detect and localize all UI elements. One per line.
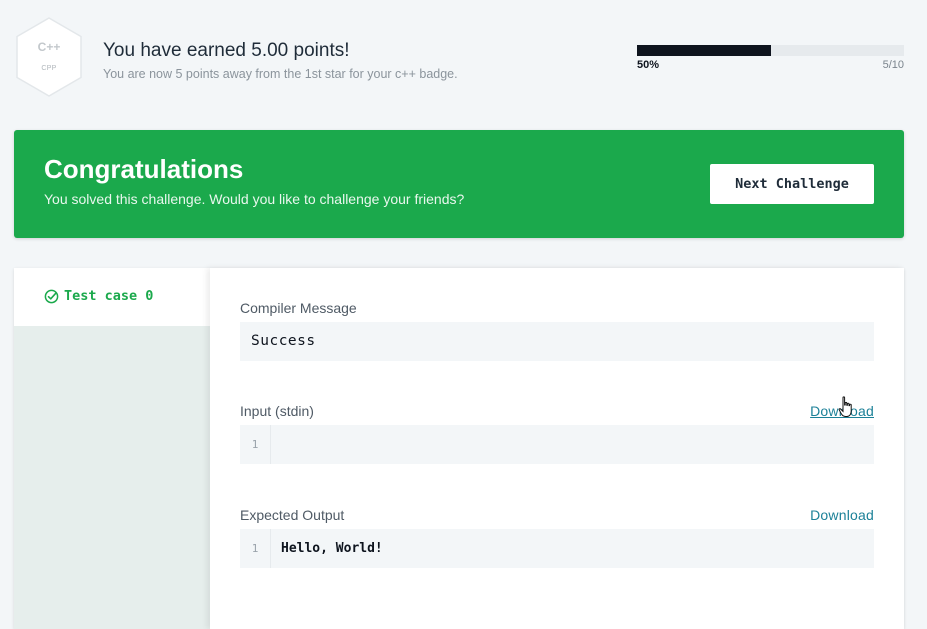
success-banner: Congratulations You solved this challeng… — [14, 130, 904, 238]
points-earned-subtitle: You are now 5 points away from the 1st s… — [103, 67, 458, 81]
progress-track — [637, 45, 904, 56]
expected-output-download-link[interactable]: Download — [810, 507, 874, 523]
compiler-message-box: Success — [240, 322, 874, 361]
next-challenge-button[interactable]: Next Challenge — [710, 164, 874, 204]
input-download-link[interactable]: Download — [810, 403, 874, 419]
line-number: 1 — [240, 529, 271, 568]
tab-test-case-0[interactable]: Test case 0 — [14, 268, 210, 326]
points-earned-title: You have earned 5.00 points! — [103, 40, 350, 61]
badge-hexagon — [16, 17, 82, 97]
test-case-details: Compiler Message Success Input (stdin) D… — [210, 268, 904, 629]
badge-progress: 50% 5/10 — [637, 45, 904, 71]
banner-subtitle: You solved this challenge. Would you lik… — [44, 191, 465, 207]
check-circle-icon — [44, 289, 59, 303]
banner-title: Congratulations — [44, 154, 244, 184]
progress-percent: 50% — [637, 59, 660, 71]
badge-language: C++ — [37, 40, 61, 54]
input-code-box: 1 — [240, 425, 874, 464]
expected-output-code-box: 1 Hello, World! — [240, 529, 874, 568]
input-label: Input (stdin) — [240, 403, 314, 419]
code-line: Hello, World! — [281, 541, 383, 556]
compiler-message-label: Compiler Message — [240, 300, 357, 316]
progress-count: 5/10 — [882, 59, 904, 71]
badge-code: CPP — [41, 65, 57, 72]
test-results-panel: Test case 0 Compiler Message Success Inp… — [14, 268, 904, 629]
badge: C++ CPP — [14, 15, 84, 99]
expected-output-label: Expected Output — [240, 507, 345, 523]
tab-label: Test case 0 — [64, 288, 154, 304]
progress-fill — [637, 45, 771, 56]
line-number: 1 — [240, 425, 271, 464]
test-case-tabs: Test case 0 — [14, 268, 210, 629]
